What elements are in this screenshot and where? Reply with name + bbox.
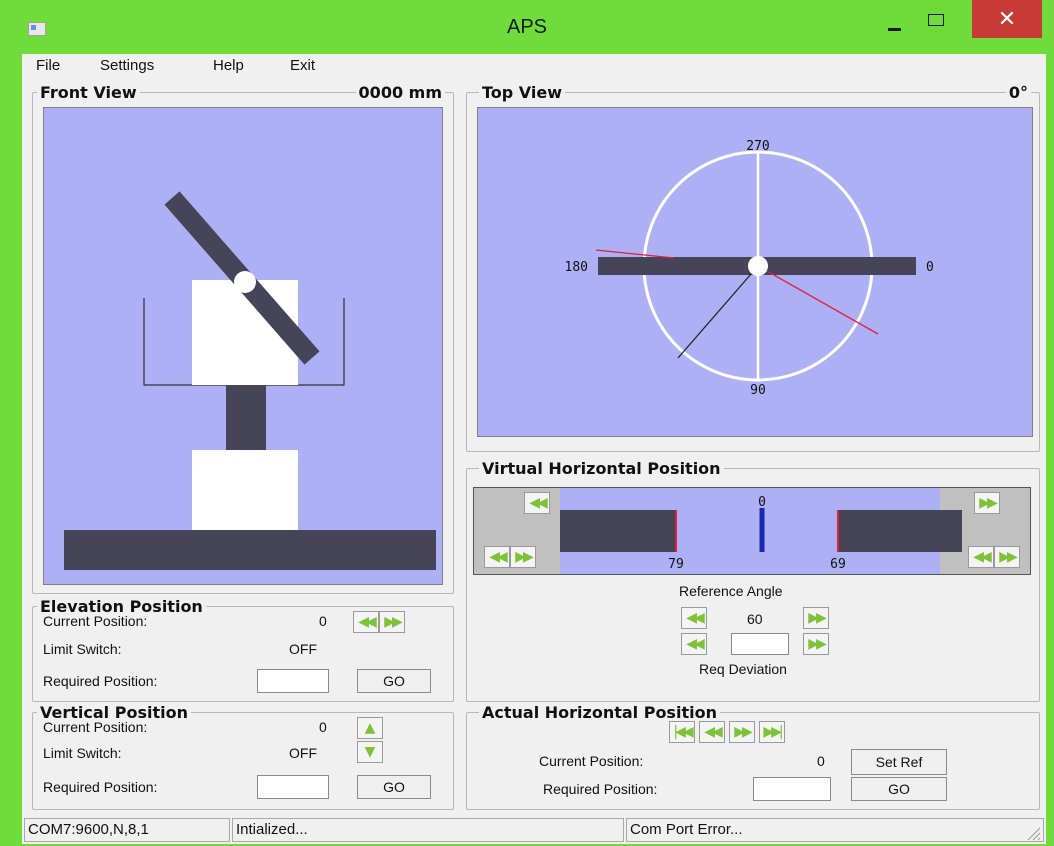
label-180: 180 [565,260,588,275]
elevation-current-label: Current Position: [43,613,148,629]
left-value: 79 [668,557,684,572]
vertical-limit-label: Limit Switch: [43,745,122,761]
elevation-go-button[interactable]: GO [357,669,431,693]
menu-bar: File Settings Help Exit [22,54,1046,78]
top-view-title: Top View [479,83,566,102]
reference-line [677,265,759,359]
label-90: 90 [750,383,766,398]
virtual-track-drawing: 0 79 69 [560,488,962,574]
close-icon: ✕ [997,6,1017,31]
track-right-forward-button[interactable]: ▶▶ [974,492,1000,514]
actual-rewind-button[interactable]: ◀◀ [699,721,725,743]
column [226,385,266,450]
track-right-minus-button[interactable]: ◀◀ [968,546,994,568]
req-deviation-decrease-button[interactable]: ◀◀ [681,633,707,655]
vertical-down-button[interactable]: ▼ [357,741,383,763]
vertical-required-label: Required Position: [43,779,158,795]
track-right-plus-button[interactable]: ▶▶ [994,546,1020,568]
status-port: COM7:9600,N,8,1 [24,818,230,842]
front-view-title: Front View [37,83,140,102]
red-marker-left [595,249,675,259]
track-left-plus-button[interactable]: ▶▶ [510,546,536,568]
status-error: Com Port Error... [626,818,1044,842]
elevation-decrease-button[interactable]: ◀◀ [353,611,379,633]
req-deviation-increase-button[interactable]: ▶▶ [803,633,829,655]
base [64,530,436,570]
resize-grip-icon[interactable] [1026,826,1042,842]
actual-last-button[interactable]: ▶▶| [759,721,785,743]
elevation-required-label: Required Position: [43,673,158,689]
maximize-button[interactable] [916,6,956,36]
set-ref-button[interactable]: Set Ref [851,749,947,775]
app-window: APS ✕ File Settings Help Exit Front View… [0,0,1054,846]
close-button[interactable]: ✕ [972,0,1042,38]
actual-current-label: Current Position: [539,753,644,769]
actual-current-value: 0 [817,753,825,769]
elevation-required-input[interactable] [257,669,329,693]
actual-forward-button[interactable]: ▶▶ [729,721,755,743]
front-view-canvas [43,107,443,585]
status-state: Intialized... [232,818,624,842]
req-deviation-input[interactable] [731,633,789,655]
actual-first-button[interactable]: |◀◀ [669,721,695,743]
top-view-canvas: 270 180 0 90 [477,107,1033,437]
actual-horizontal-title: Actual Horizontal Position [479,703,720,722]
elevation-current-value: 0 [319,613,327,629]
reference-angle-value: 60 [747,611,763,627]
vertical-go-button[interactable]: GO [357,775,431,799]
status-bar: COM7:9600,N,8,1 Intialized... Com Port E… [22,816,1046,844]
right-value: 69 [830,557,846,572]
menu-file[interactable]: File [36,57,60,74]
front-view-readout: 0000 mm [355,83,445,102]
menu-help[interactable]: Help [213,57,244,74]
front-view-drawing [64,191,436,570]
title-bar[interactable]: APS ✕ [0,0,1054,54]
virtual-track-panel: 0 79 69 ◀◀ ▶▶ ◀◀ ▶▶ ◀◀ ▶▶ [473,487,1031,575]
vertical-limit-value: OFF [289,745,317,761]
vertical-up-button[interactable]: ▲ [357,717,383,739]
elevation-increase-button[interactable]: ▶▶ [379,611,405,633]
minimize-button[interactable] [880,6,910,36]
actual-horizontal-group: Actual Horizontal Position |◀◀ ◀◀ ▶▶ ▶▶|… [466,703,1040,810]
track-left-rewind-button[interactable]: ◀◀ [524,492,550,514]
elevation-limit-label: Limit Switch: [43,641,122,657]
label-270: 270 [746,139,769,154]
client-area: File Settings Help Exit Front View 0000 … [22,54,1046,844]
top-view-group: Top View 0° 270 180 0 90 [466,83,1040,452]
top-view-readout: 0° [1005,83,1031,102]
actual-go-button[interactable]: GO [851,777,947,801]
right-dark-segment [838,510,962,552]
center-value: 0 [758,495,766,510]
elevation-group: Elevation Position Current Position: 0 ◀… [32,597,454,702]
vertical-current-label: Current Position: [43,719,148,735]
lower-block [192,450,298,530]
elevation-limit-value: OFF [289,641,317,657]
menu-exit[interactable]: Exit [290,57,315,74]
actual-required-label: Required Position: [543,781,658,797]
compass-center [748,256,768,276]
vertical-group: Vertical Position Current Position: 0 ▲ … [32,703,454,810]
front-view-group: Front View 0000 mm [32,83,454,594]
pivot [234,271,256,293]
req-deviation-label: Req Deviation [699,661,787,677]
red-marker-right [757,265,879,335]
track-left-minus-button[interactable]: ◀◀ [484,546,510,568]
reference-angle-increase-button[interactable]: ▶▶ [803,607,829,629]
vertical-required-input[interactable] [257,775,329,799]
left-dark-segment [560,510,676,552]
virtual-horizontal-group: Virtual Horizontal Position 0 79 69 ◀◀ ▶… [466,459,1040,702]
label-0: 0 [926,260,934,275]
actual-required-input[interactable] [753,777,831,801]
reference-angle-label: Reference Angle [679,583,783,599]
virtual-horizontal-title: Virtual Horizontal Position [479,459,724,478]
menu-settings[interactable]: Settings [100,57,154,74]
reference-angle-decrease-button[interactable]: ◀◀ [681,607,707,629]
vertical-current-value: 0 [319,719,327,735]
top-view-drawing: 270 180 0 90 [565,139,934,398]
